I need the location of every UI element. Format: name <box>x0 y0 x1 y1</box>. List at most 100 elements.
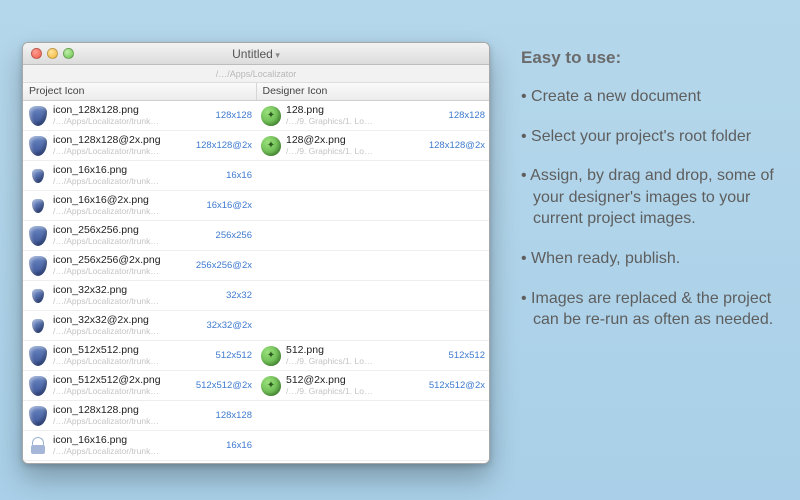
table-row[interactable]: icon_32x32.png/…/Apps/Localizator/trunk…… <box>23 281 489 311</box>
app-icon <box>27 195 49 217</box>
table-row[interactable]: icon_256x256@2x.png/…/Apps/Localizator/t… <box>23 251 489 281</box>
table-row[interactable]: icon_16x16@2x.png/…/Apps/Localizator/tru… <box>23 191 489 221</box>
dimensions-label: 128x128 <box>216 410 252 421</box>
titlebar[interactable]: Untitled <box>23 43 489 65</box>
table-row[interactable]: icon_128x128.png/…/Apps/Localizator/trun… <box>23 101 489 131</box>
file-path: /…/Apps/Localizator/trunk… <box>53 177 222 186</box>
dimensions-label: 128x128@2x <box>196 140 252 151</box>
file-name: icon_512x512.png <box>53 345 212 357</box>
dimensions-label: 512x512 <box>449 350 485 361</box>
app-icon <box>27 225 49 247</box>
file-path: /…/Apps/Localizator/trunk… <box>53 357 212 366</box>
promo-bullet: Images are replaced & the project can be… <box>521 288 774 331</box>
file-path: /…/Apps/Localizator/trunk… <box>53 267 192 276</box>
table-row[interactable]: icon_16x16.png/…/Apps/Localizator/trunk…… <box>23 161 489 191</box>
project-cell[interactable]: icon_16x16@2x.png/…/Apps/Localizator/tru… <box>23 191 256 220</box>
file-path: /…/Apps/Localizator/trunk… <box>53 417 212 426</box>
file-path: /…/Apps/Localizator/trunk… <box>53 387 192 396</box>
file-name: icon_32x32@2x.png <box>53 315 202 327</box>
breadcrumb[interactable]: /…/Apps/Localizator <box>23 65 489 83</box>
designer-cell <box>256 431 489 460</box>
designer-icon <box>260 375 282 397</box>
app-icon <box>27 345 49 367</box>
app-icon <box>27 255 49 277</box>
promo-bullet: Assign, by drag and drop, some of your d… <box>521 165 774 230</box>
zoom-icon[interactable] <box>63 48 74 59</box>
promo-bullet: Create a new document <box>521 86 774 108</box>
file-path: /…/Apps/Localizator/trunk… <box>53 147 192 156</box>
table-body[interactable]: icon_128x128.png/…/Apps/Localizator/trun… <box>23 101 489 463</box>
designer-cell[interactable]: 512@2x.png/…/9. Graphics/1. Lo…512x512@2… <box>256 371 489 400</box>
dimensions-label: 16x16@2x <box>206 200 252 211</box>
file-path: /…/Apps/Localizator/trunk… <box>53 297 222 306</box>
table-row[interactable]: icon_16x16.png/…/Apps/Localizator/trunk…… <box>23 431 489 461</box>
project-cell[interactable]: icon_32x32@2x.png/…/Apps/Localizator/tru… <box>23 311 256 340</box>
file-path: /…/Apps/Localizator/trunk… <box>53 117 212 126</box>
file-name: icon_512x512@2x.png <box>53 375 192 387</box>
project-cell[interactable]: icon_512x512.png/…/Apps/Localizator/trun… <box>23 341 256 370</box>
file-name: 512.png <box>286 345 445 357</box>
table-row[interactable]: icon_128x128.png/…/Apps/Localizator/trun… <box>23 401 489 431</box>
file-path: /…/9. Graphics/1. Lo… <box>286 357 445 366</box>
file-name: icon_128x128@2x.png <box>53 135 192 147</box>
table-row[interactable]: icon_128x128@2x.png/…/Apps/Localizator/t… <box>23 131 489 161</box>
project-cell[interactable]: icon_256x256.png/…/Apps/Localizator/trun… <box>23 221 256 250</box>
dimensions-label: 128x128@2x <box>429 140 485 151</box>
file-name: icon_32x32.png <box>53 285 222 297</box>
close-icon[interactable] <box>31 48 42 59</box>
app-icon <box>27 285 49 307</box>
dimensions-label: 32x32 <box>226 290 252 301</box>
promo-bullet: When ready, publish. <box>521 248 774 270</box>
traffic-lights[interactable] <box>31 48 74 59</box>
table-row[interactable]: icon_32x32@2x.png/…/Apps/Localizator/tru… <box>23 311 489 341</box>
screenshot-area: Untitled /…/Apps/Localizator Project Ico… <box>0 0 495 500</box>
dimensions-label: 16x16 <box>226 170 252 181</box>
file-name: icon_16x16.png <box>53 435 222 447</box>
designer-icon <box>260 345 282 367</box>
file-path: /…/Apps/Localizator/trunk… <box>53 207 202 216</box>
app-icon <box>27 375 49 397</box>
column-header-designer[interactable]: Designer Icon <box>257 83 490 100</box>
dimensions-label: 512x512@2x <box>196 380 252 391</box>
designer-cell <box>256 311 489 340</box>
window-title[interactable]: Untitled <box>23 47 489 61</box>
file-path: /…/9. Graphics/1. Lo… <box>286 117 445 126</box>
project-cell[interactable]: icon_128x128@2x.png/…/Apps/Localizator/t… <box>23 131 256 160</box>
breadcrumb-text: /…/Apps/Localizator <box>216 69 297 79</box>
file-name: 512@2x.png <box>286 375 425 387</box>
file-name: icon_256x256@2x.png <box>53 255 192 267</box>
project-cell[interactable]: icon_128x128.png/…/Apps/Localizator/trun… <box>23 401 256 430</box>
app-icon <box>27 315 49 337</box>
designer-cell[interactable]: 128.png/…/9. Graphics/1. Lo…128x128 <box>256 101 489 130</box>
column-header-project[interactable]: Project Icon <box>23 83 257 100</box>
designer-cell <box>256 191 489 220</box>
file-name: icon_16x16@2x.png <box>53 195 202 207</box>
file-path: /…/Apps/Localizator/trunk… <box>53 447 222 456</box>
designer-cell <box>256 161 489 190</box>
file-name: 128.png <box>286 105 445 117</box>
dimensions-label: 512x512 <box>216 350 252 361</box>
designer-cell[interactable]: 512.png/…/9. Graphics/1. Lo… 512x512 <box>256 341 489 370</box>
project-cell[interactable]: icon_128x128.png/…/Apps/Localizator/trun… <box>23 101 256 130</box>
project-cell[interactable]: icon_16x16.png/…/Apps/Localizator/trunk…… <box>23 161 256 190</box>
table-row[interactable]: icon_512x512@2x.png/…/Apps/Localizator/t… <box>23 371 489 401</box>
file-path: /…/9. Graphics/1. Lo… <box>286 147 425 156</box>
minimize-icon[interactable] <box>47 48 58 59</box>
dimensions-label: 512x512@2x <box>429 380 485 391</box>
app-icon <box>27 135 49 157</box>
project-cell[interactable]: icon_256x256@2x.png/…/Apps/Localizator/t… <box>23 251 256 280</box>
app-icon <box>27 405 49 427</box>
table-row[interactable]: icon_512x512.png/…/Apps/Localizator/trun… <box>23 341 489 371</box>
promo-bullet: Select your project's root folder <box>521 126 774 148</box>
designer-cell[interactable]: 128@2x.png/…/9. Graphics/1. Lo…128x128@2… <box>256 131 489 160</box>
table-row[interactable]: icon_256x256.png/…/Apps/Localizator/trun… <box>23 221 489 251</box>
promo-heading: Easy to use: <box>521 48 774 68</box>
project-cell[interactable]: icon_16x16.png/…/Apps/Localizator/trunk…… <box>23 431 256 460</box>
file-name: icon_16x16.png <box>53 165 222 177</box>
project-cell[interactable]: icon_512x512@2x.png/…/Apps/Localizator/t… <box>23 371 256 400</box>
promo-panel: Easy to use: Create a new document Select… <box>495 0 800 500</box>
dimensions-label: 256x256 <box>216 230 252 241</box>
file-name: icon_128x128.png <box>53 405 212 417</box>
project-cell[interactable]: icon_32x32.png/…/Apps/Localizator/trunk…… <box>23 281 256 310</box>
designer-cell <box>256 251 489 280</box>
